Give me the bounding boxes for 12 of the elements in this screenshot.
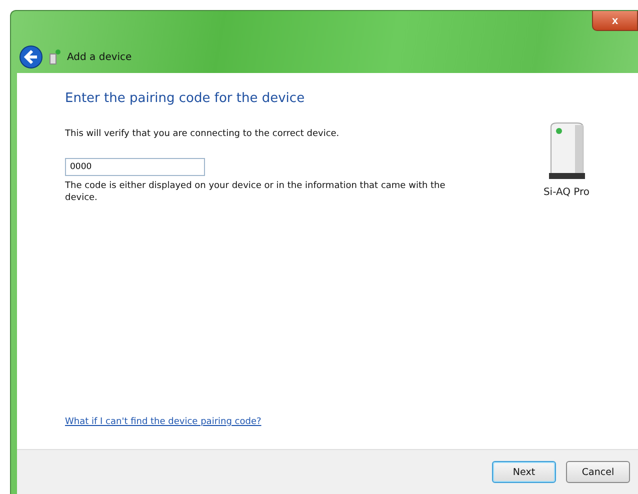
- pairing-code-field[interactable]: 0000: [65, 158, 205, 176]
- intro-text: This will verify that you are connecting to the correct device.: [65, 128, 340, 140]
- hint-text: The code is either displayed on your device or in the information that came with the device.: [65, 180, 446, 204]
- device-name: Si-AQ Pro: [543, 187, 590, 198]
- window-title: Add a device: [67, 52, 132, 62]
- next-button[interactable]: Next: [492, 461, 556, 483]
- page-heading: Enter the pairing code for the device: [65, 91, 306, 106]
- close-button[interactable]: x: [592, 11, 638, 31]
- cancel-button[interactable]: Cancel: [566, 461, 630, 483]
- help-link[interactable]: What if I can't find the device pairing code?: [65, 417, 638, 427]
- device-icon: [49, 49, 61, 65]
- device-tower-icon: [546, 121, 586, 181]
